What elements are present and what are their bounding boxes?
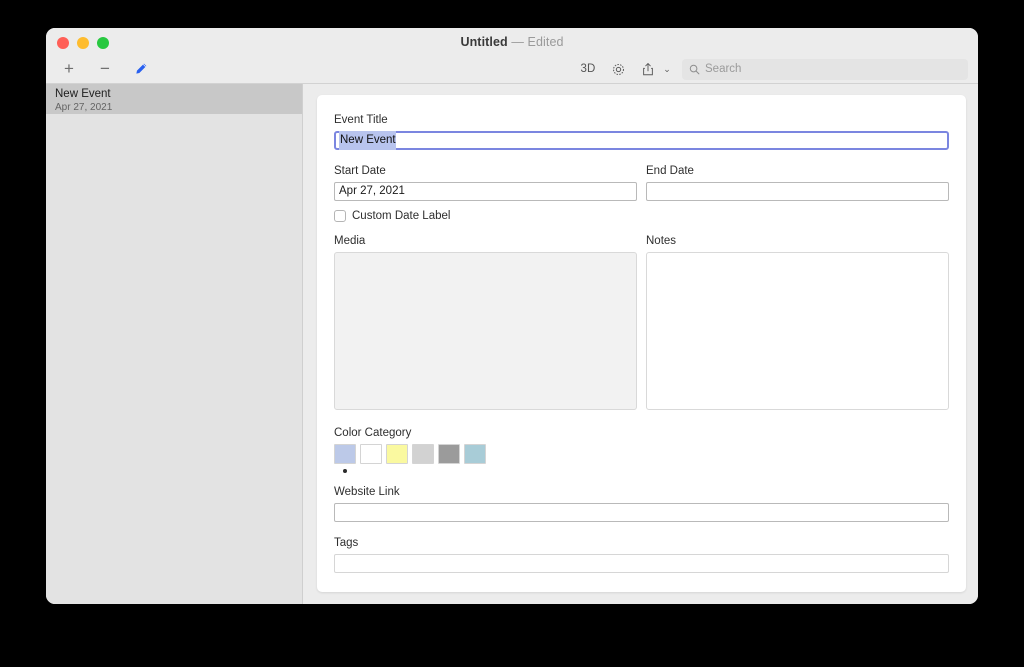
toolbar-right-group: 3D ⌄ Search [573, 54, 968, 84]
color-category-label: Color Category [334, 427, 412, 439]
color-swatch-indicator-empty [447, 469, 451, 473]
pencil-icon[interactable] [131, 59, 151, 79]
end-date-group: End Date [646, 164, 949, 201]
event-title-value: New Event [339, 131, 396, 150]
media-label: Media [334, 235, 366, 247]
sidebar-item-subtitle: Apr 27, 2021 [55, 102, 113, 113]
gear-icon[interactable] [603, 56, 633, 82]
toolbar: + − 3D ⌄ Search [46, 54, 978, 84]
title-bar: Untitled — Edited [46, 28, 978, 54]
media-notes-row: Media Notes [334, 234, 949, 410]
window-title: Untitled — Edited [46, 35, 978, 49]
color-swatch-wrap [360, 444, 382, 473]
remove-event-button[interactable]: − [95, 59, 115, 79]
custom-date-label-checkbox[interactable] [334, 210, 346, 222]
toolbar-left-group: + − [46, 59, 151, 79]
custom-date-label-row[interactable]: Custom Date Label [334, 210, 949, 222]
media-group: Media [334, 234, 637, 410]
color-swatch-light-gray[interactable] [412, 444, 434, 464]
color-swatch-light-blue[interactable] [334, 444, 356, 464]
color-swatch-wrap [412, 444, 434, 473]
app-window: Untitled — Edited + − 3D ⌄ Search New Ev… [46, 28, 978, 604]
tags-label: Tags [334, 537, 359, 549]
search-placeholder: Search [705, 63, 742, 75]
event-title-group: Event Title New Event [334, 113, 949, 150]
add-event-button[interactable]: + [59, 59, 79, 79]
sidebar-item-title: New Event [55, 88, 111, 100]
color-category-group: Color Category [334, 426, 949, 473]
color-swatch-wrap [438, 444, 460, 473]
start-date-group: Start Date Apr 27, 2021 [334, 164, 637, 201]
color-swatch-indicator-empty [369, 469, 373, 473]
website-link-input[interactable] [334, 503, 949, 522]
custom-date-label-text: Custom Date Label [352, 210, 451, 222]
color-swatch-indicator-empty [473, 469, 477, 473]
color-swatch-wrap [464, 444, 486, 473]
color-swatch-selected-indicator [343, 469, 347, 473]
search-icon [689, 64, 700, 74]
color-swatch-blue-gray[interactable] [464, 444, 486, 464]
end-date-label: End Date [646, 165, 694, 177]
notes-group: Notes [646, 234, 949, 410]
website-link-label: Website Link [334, 486, 400, 498]
sidebar: New Event Apr 27, 2021 [46, 84, 303, 604]
color-swatch-indicator-empty [395, 469, 399, 473]
content-area: Event Title New Event Start Date Apr 27,… [303, 84, 978, 604]
start-date-input[interactable]: Apr 27, 2021 [334, 182, 637, 201]
color-swatch-pale-yellow[interactable] [386, 444, 408, 464]
sidebar-item-new-event[interactable]: New Event Apr 27, 2021 [46, 84, 302, 114]
tags-group: Tags [334, 536, 949, 573]
event-title-input[interactable]: New Event [334, 131, 949, 150]
start-date-value: Apr 27, 2021 [339, 185, 405, 197]
window-title-text: Untitled [460, 35, 508, 49]
date-row: Start Date Apr 27, 2021 End Date [334, 164, 949, 201]
end-date-input[interactable] [646, 182, 949, 201]
event-detail-card: Event Title New Event Start Date Apr 27,… [317, 95, 966, 592]
color-swatch-white[interactable] [360, 444, 382, 464]
window-title-subtitle: — Edited [511, 35, 564, 49]
window-body: New Event Apr 27, 2021 Event Title New E… [46, 84, 978, 604]
notes-label: Notes [646, 235, 677, 247]
color-swatch-wrap [386, 444, 408, 473]
tags-input[interactable] [334, 554, 949, 573]
color-swatch-row [334, 444, 949, 473]
color-swatch-wrap [334, 444, 356, 473]
notes-textarea[interactable] [646, 252, 949, 410]
share-icon[interactable] [633, 56, 663, 82]
three-d-button[interactable]: 3D [573, 56, 603, 82]
website-link-group: Website Link [334, 485, 949, 522]
search-input[interactable]: Search [682, 58, 968, 80]
chevron-down-icon[interactable]: ⌄ [660, 64, 674, 75]
color-swatch-indicator-empty [421, 469, 425, 473]
event-title-label: Event Title [334, 114, 388, 126]
media-dropzone[interactable] [334, 252, 637, 410]
color-swatch-medium-gray[interactable] [438, 444, 460, 464]
start-date-label: Start Date [334, 165, 386, 177]
